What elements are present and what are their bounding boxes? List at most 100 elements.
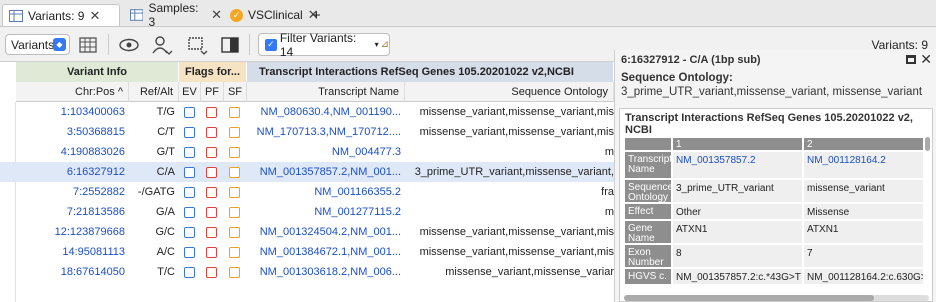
cell-ref-alt: G/C bbox=[155, 226, 175, 238]
table-row[interactable]: 7:21813586 G/A NM_001277115.2 m bbox=[0, 202, 614, 222]
filter-variants-button[interactable]: ✓ Filter Variants: 14 ▾ ⊿ bbox=[258, 30, 390, 59]
cell-chr-pos[interactable]: 4:190883026 bbox=[16, 142, 125, 162]
sf-checkbox[interactable] bbox=[229, 102, 243, 122]
cell-sequence-ontology: missense_variant,missense_variant,mis bbox=[419, 246, 614, 258]
ev-checkbox[interactable] bbox=[184, 242, 198, 262]
pf-checkbox[interactable] bbox=[206, 202, 220, 222]
detail-value-2[interactable]: NM_001128164.2 bbox=[803, 151, 924, 179]
detail-key: Gene Name bbox=[624, 220, 672, 244]
app-window: Variants: 9 ✕ Samples: 3 ✕ ✓ VSClinical … bbox=[0, 0, 936, 302]
table-row[interactable]: 12:123879668 G/C NM_001324504.2,NM_001... m… bbox=[0, 222, 614, 242]
cell-transcript-name[interactable]: NM_004477.3 bbox=[247, 142, 401, 162]
pf-checkbox[interactable] bbox=[206, 162, 220, 182]
sf-checkbox[interactable] bbox=[229, 142, 243, 162]
sample-filter-button[interactable] bbox=[150, 34, 174, 58]
ev-checkbox[interactable] bbox=[184, 182, 198, 202]
col-ev[interactable]: EV bbox=[179, 82, 201, 102]
checkbox-icon[interactable]: ✓ bbox=[265, 38, 277, 51]
col-chr-pos[interactable]: Chr:Pos ^ bbox=[16, 82, 129, 102]
sf-checkbox[interactable] bbox=[229, 262, 243, 282]
pf-checkbox[interactable] bbox=[206, 242, 220, 262]
maximize-icon[interactable] bbox=[906, 55, 916, 64]
group-flags: Flags for... bbox=[179, 62, 247, 82]
table-row[interactable]: 14:95081113 A/C NM_001384672.1,NM_001... mi… bbox=[0, 242, 614, 262]
cell-chr-pos[interactable]: 18:67614050 bbox=[16, 262, 125, 282]
cell-chr-pos[interactable]: 7:2552882 bbox=[16, 182, 125, 202]
pf-checkbox[interactable] bbox=[206, 102, 220, 122]
cell-ref-alt: G/T bbox=[156, 146, 175, 158]
cell-chr-pos[interactable]: 1:103400063 bbox=[16, 102, 125, 122]
close-icon[interactable]: ✕ bbox=[211, 7, 222, 23]
table-row[interactable]: 18:67614050 T/C NM_001303618.2,NM_006... mi… bbox=[0, 262, 614, 282]
pf-checkbox[interactable] bbox=[206, 142, 220, 162]
col-sf[interactable]: SF bbox=[224, 82, 247, 102]
close-icon[interactable]: ✕ bbox=[89, 8, 100, 24]
detail-row: HGVS c. NM_001357857.2:c.*43G>T NM_0011281… bbox=[624, 268, 924, 285]
detail-value-1[interactable]: NM_001357857.2 bbox=[672, 151, 803, 179]
cell-chr-pos[interactable]: 3:50368815 bbox=[16, 122, 125, 142]
sf-checkbox[interactable] bbox=[229, 242, 243, 262]
scrollbar[interactable] bbox=[624, 295, 929, 301]
ev-checkbox[interactable] bbox=[184, 122, 198, 142]
side-panel-toggle[interactable] bbox=[220, 35, 240, 55]
tab-samples[interactable]: Samples: 3 ✕ bbox=[124, 1, 222, 29]
add-tab-button[interactable]: + bbox=[306, 4, 326, 26]
table-row[interactable]: 6:16327912 C/A NM_001357857.2,NM_001... 3_p… bbox=[0, 162, 614, 182]
detail-header-row: 12 bbox=[624, 137, 924, 151]
detail-key: Sequence Ontology bbox=[624, 179, 672, 203]
detail-row: Transcript Name NM_001357857.2 NM_00112816… bbox=[624, 151, 924, 179]
cell-transcript-name[interactable]: NM_001166355.2 bbox=[247, 182, 401, 202]
table-layout-button[interactable] bbox=[78, 35, 98, 55]
col-pf[interactable]: PF bbox=[201, 82, 224, 102]
sf-checkbox[interactable] bbox=[229, 202, 243, 222]
cell-transcript-name[interactable]: NM_001357857.2,NM_001... bbox=[247, 162, 401, 182]
table-row[interactable]: 7:2552882 -/GATG NM_001166355.2 fra bbox=[0, 182, 614, 202]
table-row[interactable]: 4:190883026 G/T NM_004477.3 m bbox=[0, 142, 614, 162]
cell-transcript-name[interactable]: NM_001384672.1,NM_001... bbox=[247, 242, 401, 262]
tab-variants[interactable]: Variants: 9 ✕ bbox=[2, 4, 120, 26]
panel-title: 6:16327912 - C/A (1bp sub) bbox=[621, 54, 761, 66]
cell-transcript-name[interactable]: NM_170713.3,NM_170712.... bbox=[247, 122, 401, 142]
cell-sequence-ontology: m bbox=[604, 146, 614, 158]
sf-checkbox[interactable] bbox=[229, 222, 243, 242]
sf-checkbox[interactable] bbox=[229, 182, 243, 202]
plus-icon: + bbox=[312, 6, 321, 24]
cell-transcript-name[interactable]: NM_080630.4,NM_001190... bbox=[247, 102, 401, 122]
ev-checkbox[interactable] bbox=[184, 222, 198, 242]
sf-checkbox[interactable] bbox=[229, 122, 243, 142]
cell-chr-pos[interactable]: 14:95081113 bbox=[16, 242, 125, 262]
ev-checkbox[interactable] bbox=[184, 142, 198, 162]
detail-value-1: ATXN1 bbox=[672, 220, 803, 244]
table-row[interactable]: 1:103400063 T/G NM_080630.4,NM_001190... mi… bbox=[0, 102, 614, 122]
ev-checkbox[interactable] bbox=[184, 102, 198, 122]
col-ref-alt[interactable]: Ref/Alt bbox=[129, 82, 179, 102]
pf-checkbox[interactable] bbox=[206, 222, 220, 242]
selection-button[interactable] bbox=[186, 34, 210, 58]
variant-table: Variant Info Flags for... Transcript Int… bbox=[0, 62, 614, 302]
cell-transcript-name[interactable]: NM_001303618.2,NM_006... bbox=[247, 262, 401, 282]
ev-checkbox[interactable] bbox=[184, 202, 198, 222]
visibility-button[interactable] bbox=[118, 35, 140, 55]
detail-row: Gene Name ATXN1 ATXN1 bbox=[624, 220, 924, 244]
cell-transcript-name[interactable]: NM_001324504.2,NM_001... bbox=[247, 222, 401, 242]
cell-chr-pos[interactable]: 7:21813586 bbox=[16, 202, 125, 222]
pf-checkbox[interactable] bbox=[206, 122, 220, 142]
chevron-down-icon: ▾ bbox=[374, 40, 379, 49]
table-row[interactable]: 3:50368815 C/T NM_170713.3,NM_170712.... mi… bbox=[0, 122, 614, 142]
cell-chr-pos[interactable]: 6:16327912 bbox=[16, 162, 125, 182]
col-transcript-name[interactable]: Transcript Name bbox=[247, 82, 405, 102]
cell-transcript-name[interactable]: NM_001277115.2 bbox=[247, 202, 401, 222]
cell-chr-pos[interactable]: 12:123879668 bbox=[16, 222, 125, 242]
ev-checkbox[interactable] bbox=[184, 262, 198, 282]
detail-value-1: Other bbox=[672, 203, 803, 220]
filter-label: Filter Variants: 14 bbox=[279, 30, 357, 59]
close-icon[interactable]: ✕ bbox=[920, 51, 932, 68]
table-icon bbox=[130, 9, 144, 21]
ev-checkbox[interactable] bbox=[184, 162, 198, 182]
sf-checkbox[interactable] bbox=[229, 162, 243, 182]
pf-checkbox[interactable] bbox=[206, 182, 220, 202]
scrollbar[interactable] bbox=[925, 137, 930, 151]
view-select[interactable]: Variants ◆ bbox=[5, 34, 70, 55]
col-sequence-ontology[interactable]: Sequence Ontology bbox=[405, 82, 614, 102]
pf-checkbox[interactable] bbox=[206, 262, 220, 282]
